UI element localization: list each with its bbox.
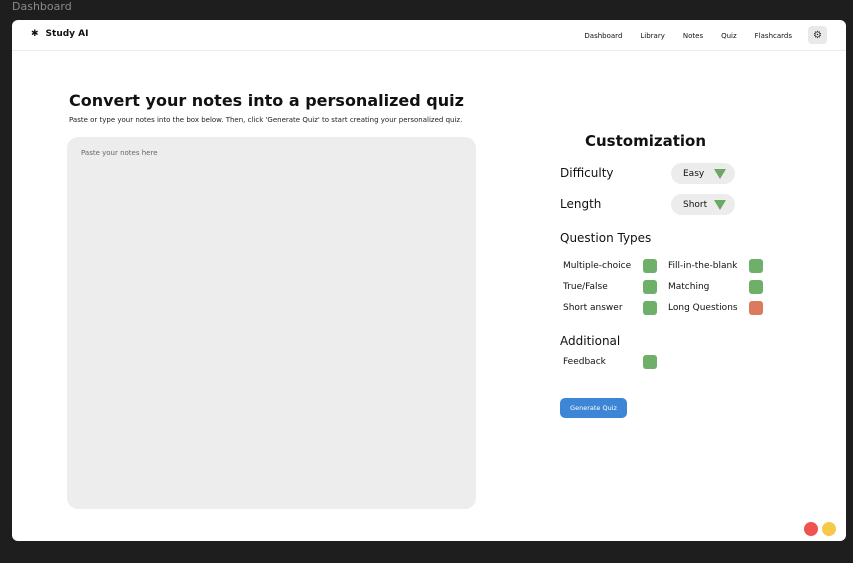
customization-title: Customization xyxy=(585,132,707,150)
brand[interactable]: ✱ Study AI xyxy=(31,29,89,39)
nav-link-notes[interactable]: Notes xyxy=(683,32,703,40)
option-label-true-false: True/False xyxy=(563,282,608,292)
generate-quiz-button[interactable]: Generate Quiz xyxy=(560,398,627,418)
checkbox-long-questions[interactable] xyxy=(749,301,763,315)
nav-links: Dashboard Library Notes Quiz Flashcards xyxy=(566,32,792,40)
checkbox-short-answer[interactable] xyxy=(643,301,657,315)
question-types-title: Question Types xyxy=(560,231,652,245)
frame-label: Dashboard xyxy=(12,0,72,13)
length-value: Short xyxy=(683,199,708,210)
dropdown-triangle-icon xyxy=(714,199,726,210)
checkbox-matching[interactable] xyxy=(749,280,763,294)
checkbox-fill-in-the-blank[interactable] xyxy=(749,259,763,273)
difficulty-label: Difficulty xyxy=(560,166,614,180)
app-window: ✱ Study AI Dashboard Library Notes Quiz … xyxy=(12,20,846,541)
settings-button[interactable]: ⚙ xyxy=(808,26,827,44)
page-title: Convert your notes into a personalized q… xyxy=(69,91,464,110)
nav-link-library[interactable]: Library xyxy=(640,32,664,40)
status-dot-red xyxy=(804,522,818,536)
option-label-long-questions: Long Questions xyxy=(668,303,738,313)
gear-icon: ⚙ xyxy=(813,29,822,41)
checkbox-multiple-choice[interactable] xyxy=(643,259,657,273)
difficulty-value: Easy xyxy=(683,168,705,179)
option-label-matching: Matching xyxy=(668,282,710,292)
nav-link-flashcards[interactable]: Flashcards xyxy=(755,32,792,40)
option-label-short-answer: Short answer xyxy=(563,303,623,313)
option-label-feedback: Feedback xyxy=(563,357,606,367)
option-label-multiple-choice: Multiple-choice xyxy=(563,261,632,271)
length-label: Length xyxy=(560,197,602,211)
brand-name: Study AI xyxy=(45,29,89,39)
checkbox-feedback[interactable] xyxy=(643,355,657,369)
navbar: ✱ Study AI Dashboard Library Notes Quiz … xyxy=(12,20,846,51)
asterisk-logo-icon: ✱ xyxy=(31,29,39,39)
notes-textarea[interactable] xyxy=(67,137,476,509)
dropdown-triangle-icon xyxy=(714,168,726,179)
nav-link-dashboard[interactable]: Dashboard xyxy=(584,32,622,40)
option-label-fill-in-the-blank: Fill-in-the-blank xyxy=(668,261,738,271)
status-dot-yellow xyxy=(822,522,836,536)
nav-link-quiz[interactable]: Quiz xyxy=(721,32,737,40)
page-subtitle: Paste or type your notes into the box be… xyxy=(69,116,463,124)
checkbox-true-false[interactable] xyxy=(643,280,657,294)
additional-title: Additional xyxy=(560,334,621,348)
length-select[interactable]: Short xyxy=(671,194,735,215)
difficulty-select[interactable]: Easy xyxy=(671,163,735,184)
